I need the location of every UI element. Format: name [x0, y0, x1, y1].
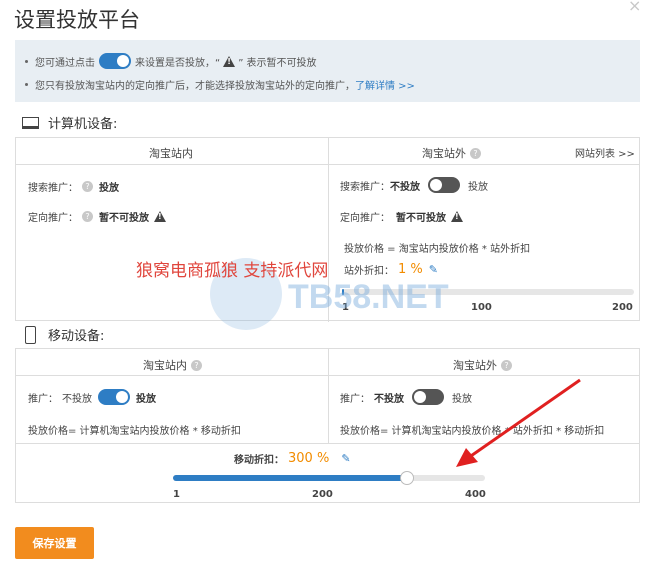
site-list-link[interactable]: 网站列表 >>: [575, 145, 635, 160]
notice-line-1: 您可通过点击 来设置是否投放，“ ” 表示暂不可投放: [25, 53, 317, 69]
discount-value: 300 %: [288, 451, 330, 466]
pc-outer-search-row: 搜索推广： 不投放 投放: [340, 177, 488, 193]
on-label: 投放: [136, 393, 156, 405]
bullet-icon: [25, 83, 28, 86]
notice-text-c: ” 表示暂不可投放: [238, 57, 317, 69]
pc-outer-target-row: 定向推广： 暂不可投放: [340, 209, 466, 224]
pc-outer-formula: 投放价格 = 淘宝站内投放价格 * 站外折扣: [344, 244, 531, 255]
phone-icon: [25, 325, 36, 344]
help-icon[interactable]: ?: [82, 211, 93, 222]
column-divider: [328, 349, 329, 443]
label: 推广：: [340, 393, 370, 405]
slider-fill: [173, 475, 407, 481]
help-icon[interactable]: ?: [470, 147, 481, 159]
mobile-inner-header: 淘宝站内 ?: [143, 357, 202, 373]
help-icon[interactable]: ?: [82, 181, 93, 192]
pc-outer-header-text: 淘宝站外: [422, 147, 466, 160]
annotation-arrow-icon: [456, 378, 581, 467]
tick-label: 100: [471, 302, 492, 313]
pc-section-heading: 计算机设备:: [22, 113, 117, 132]
mobile-inner-formula: 投放价格= 计算机淘宝站内投放价格 * 移动折扣: [28, 426, 241, 437]
toggle-sample-icon: [99, 53, 131, 69]
discount-value: 1 %: [398, 262, 423, 277]
mobile-inner-header-text: 淘宝站内: [143, 359, 187, 372]
mobile-inner-promo-row: 推广： 不投放 投放: [28, 389, 156, 405]
label: 推广：: [28, 393, 58, 405]
value: 暂不可投放: [99, 213, 149, 224]
bullet-icon: [25, 59, 28, 63]
pc-inner-header: 淘宝站内: [149, 147, 193, 160]
pc-inner-search-row: 搜索推广： ? 投放: [28, 179, 119, 194]
close-icon[interactable]: ×: [628, 0, 641, 15]
label: 定向推广：: [340, 213, 390, 224]
slider-handle[interactable]: [400, 471, 414, 485]
tick-label: 1: [173, 489, 180, 500]
label: 站外折扣：: [344, 266, 394, 277]
notice-text-b: 来设置是否投放，“: [135, 57, 221, 69]
pc-inner-target-row: 定向推广： ? 暂不可投放: [28, 209, 169, 224]
learn-more-link[interactable]: 了解详情 >>: [355, 77, 415, 92]
mobile-discount-slider[interactable]: [173, 471, 485, 485]
off-label: 不投放: [374, 393, 404, 405]
off-label: 不投放: [390, 181, 420, 193]
label: 搜索推广：: [340, 181, 390, 193]
laptop-icon: [22, 116, 39, 129]
mobile-heading-text: 移动设备:: [48, 329, 105, 344]
notice-text-a: 您可通过点击: [35, 57, 95, 69]
dialog-title: 设置投放平台: [14, 8, 140, 32]
save-settings-button[interactable]: 保存设置: [15, 527, 94, 559]
value: 投放: [99, 183, 119, 194]
watermark-logo-text: TB58.NET: [288, 278, 449, 316]
pc-outer-header: 淘宝站外 ?: [422, 145, 481, 161]
label: 定向推广：: [28, 213, 78, 224]
label: 搜索推广：: [28, 183, 78, 194]
warning-icon: [223, 55, 236, 67]
edit-icon[interactable]: ✎: [341, 452, 350, 465]
mobile-inner-toggle[interactable]: [98, 389, 130, 405]
mobile-section-heading: 移动设备:: [22, 325, 104, 344]
pc-outer-discount-row: 站外折扣： 1 % ✎: [344, 262, 438, 277]
warning-icon: [154, 211, 166, 222]
warning-icon: [451, 211, 463, 222]
on-label: 投放: [468, 181, 488, 193]
pc-outer-search-toggle[interactable]: [428, 177, 460, 193]
tick-label: 200: [312, 489, 333, 500]
label: 移动折扣：: [234, 455, 284, 466]
mobile-discount-row: 移动折扣： 300 % ✎: [234, 451, 351, 466]
pc-heading-text: 计算机设备:: [48, 117, 118, 132]
tick-label: 400: [465, 489, 486, 500]
edit-icon[interactable]: ✎: [429, 263, 438, 276]
help-icon[interactable]: ?: [191, 359, 202, 371]
value: 暂不可投放: [396, 213, 446, 224]
tick-label: 200: [612, 302, 633, 313]
notice-text-2: 您只有投放淘宝站内的定向推广后，才能选择投放淘宝站外的定向推广，: [35, 81, 355, 92]
header-divider: [16, 164, 639, 165]
off-label: 不投放: [62, 393, 92, 405]
notice-box: 您可通过点击 来设置是否投放，“ ” 表示暂不可投放 您只有投放淘宝站内的定向推…: [15, 40, 640, 102]
help-icon[interactable]: ?: [501, 359, 512, 371]
notice-line-2: 您只有投放淘宝站内的定向推广后，才能选择投放淘宝站外的定向推广， 了解详情 >>: [25, 77, 415, 92]
watermark-text: 狼窝电商孤狼 支持派代网: [136, 261, 329, 281]
